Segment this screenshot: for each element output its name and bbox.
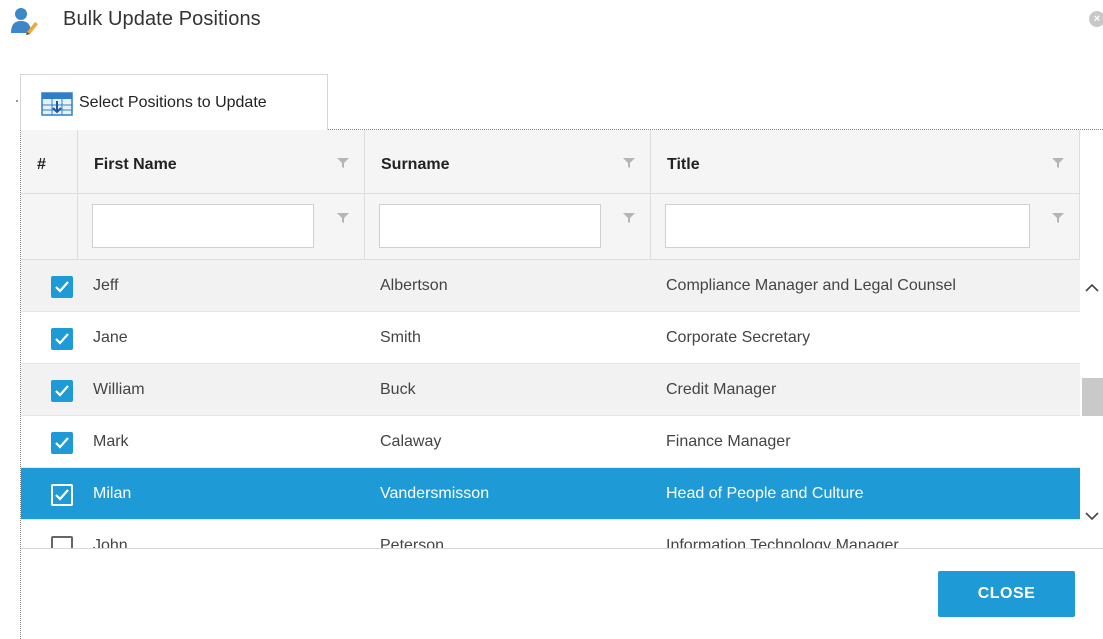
dialog-title-bar: Bulk Update Positions × (0, 0, 1103, 44)
surname-filter-input[interactable] (379, 204, 601, 248)
table-row[interactable]: Jane Smith Corporate Secretary (21, 312, 1080, 364)
filter-icon[interactable] (622, 156, 636, 170)
tab-edge-mark (16, 100, 18, 102)
column-header-select: # (21, 130, 78, 194)
filter-cell-surname (365, 194, 651, 260)
filter-cell-first-name (78, 194, 365, 260)
filter-icon[interactable] (336, 211, 350, 225)
user-edit-icon (10, 7, 40, 35)
filter-icon[interactable] (1051, 156, 1065, 170)
row-checkbox[interactable] (51, 432, 73, 454)
column-label: Title (667, 156, 700, 173)
cell-first-name: Jane (93, 329, 128, 346)
chevron-down-icon[interactable] (1085, 508, 1099, 521)
close-button[interactable]: CLOSE (938, 571, 1075, 617)
chevron-up-icon[interactable] (1085, 280, 1099, 292)
filter-icon[interactable] (1051, 211, 1065, 225)
tab-label: Select Positions to Update (79, 94, 267, 111)
cell-first-name: Mark (93, 433, 129, 450)
grid-scrollbar[interactable] (1080, 260, 1103, 548)
cell-title: Corporate Secretary (666, 329, 811, 346)
cell-surname: Calaway (380, 433, 442, 450)
column-label: First Name (94, 156, 177, 173)
first-name-filter-input[interactable] (92, 204, 314, 248)
cell-surname: Vandersmisson (380, 485, 490, 502)
column-header-title[interactable]: Title (651, 130, 1080, 194)
grid-header: # First Name Surname Title (21, 130, 1080, 260)
grid-body: Jeff Albertson Compliance Manager and Le… (21, 260, 1080, 548)
cell-surname: Buck (380, 381, 416, 398)
column-header-surname[interactable]: Surname (365, 130, 651, 194)
cell-title: Head of People and Culture (666, 485, 864, 502)
column-label: Surname (381, 156, 450, 173)
row-checkbox[interactable] (51, 276, 73, 298)
filter-icon[interactable] (336, 156, 350, 170)
filter-cell-select (21, 194, 78, 260)
row-checkbox[interactable] (51, 536, 73, 548)
cell-title: Information Technology Manager (666, 537, 899, 548)
cell-first-name: Milan (93, 485, 132, 502)
row-checkbox[interactable] (51, 380, 73, 402)
table-row-selected[interactable]: Milan Vandersmisson Head of People and C… (21, 468, 1080, 520)
table-row[interactable]: John Peterson Information Technology Man… (21, 520, 1080, 548)
cell-first-name: Jeff (93, 277, 119, 294)
cell-surname: Albertson (380, 277, 448, 294)
close-icon[interactable]: × (1089, 11, 1103, 27)
scrollbar-thumb[interactable] (1082, 378, 1103, 416)
column-label: # (37, 156, 46, 173)
table-row[interactable]: Jeff Albertson Compliance Manager and Le… (21, 260, 1080, 312)
table-row[interactable]: Mark Calaway Finance Manager (21, 416, 1080, 468)
title-filter-input[interactable] (665, 204, 1030, 248)
positions-grid: # First Name Surname Title Jeff Albertso… (21, 130, 1103, 548)
table-row[interactable]: William Buck Credit Manager (21, 364, 1080, 416)
cell-surname: Smith (380, 329, 421, 346)
column-header-first-name[interactable]: First Name (78, 130, 365, 194)
cell-first-name: John (93, 537, 128, 548)
footer-divider (21, 548, 1103, 549)
cell-title: Finance Manager (666, 433, 791, 450)
cell-title: Compliance Manager and Legal Counsel (666, 277, 956, 294)
row-checkbox[interactable] (51, 328, 73, 350)
cell-title: Credit Manager (666, 381, 777, 398)
filter-cell-title (651, 194, 1080, 260)
tab-select-positions[interactable]: Select Positions to Update (20, 74, 328, 130)
table-icon (41, 92, 73, 116)
cell-surname: Peterson (380, 537, 445, 548)
filter-icon[interactable] (622, 211, 636, 225)
cell-first-name: William (93, 381, 145, 398)
dialog-title: Bulk Update Positions (63, 8, 261, 30)
row-checkbox[interactable] (51, 484, 73, 506)
